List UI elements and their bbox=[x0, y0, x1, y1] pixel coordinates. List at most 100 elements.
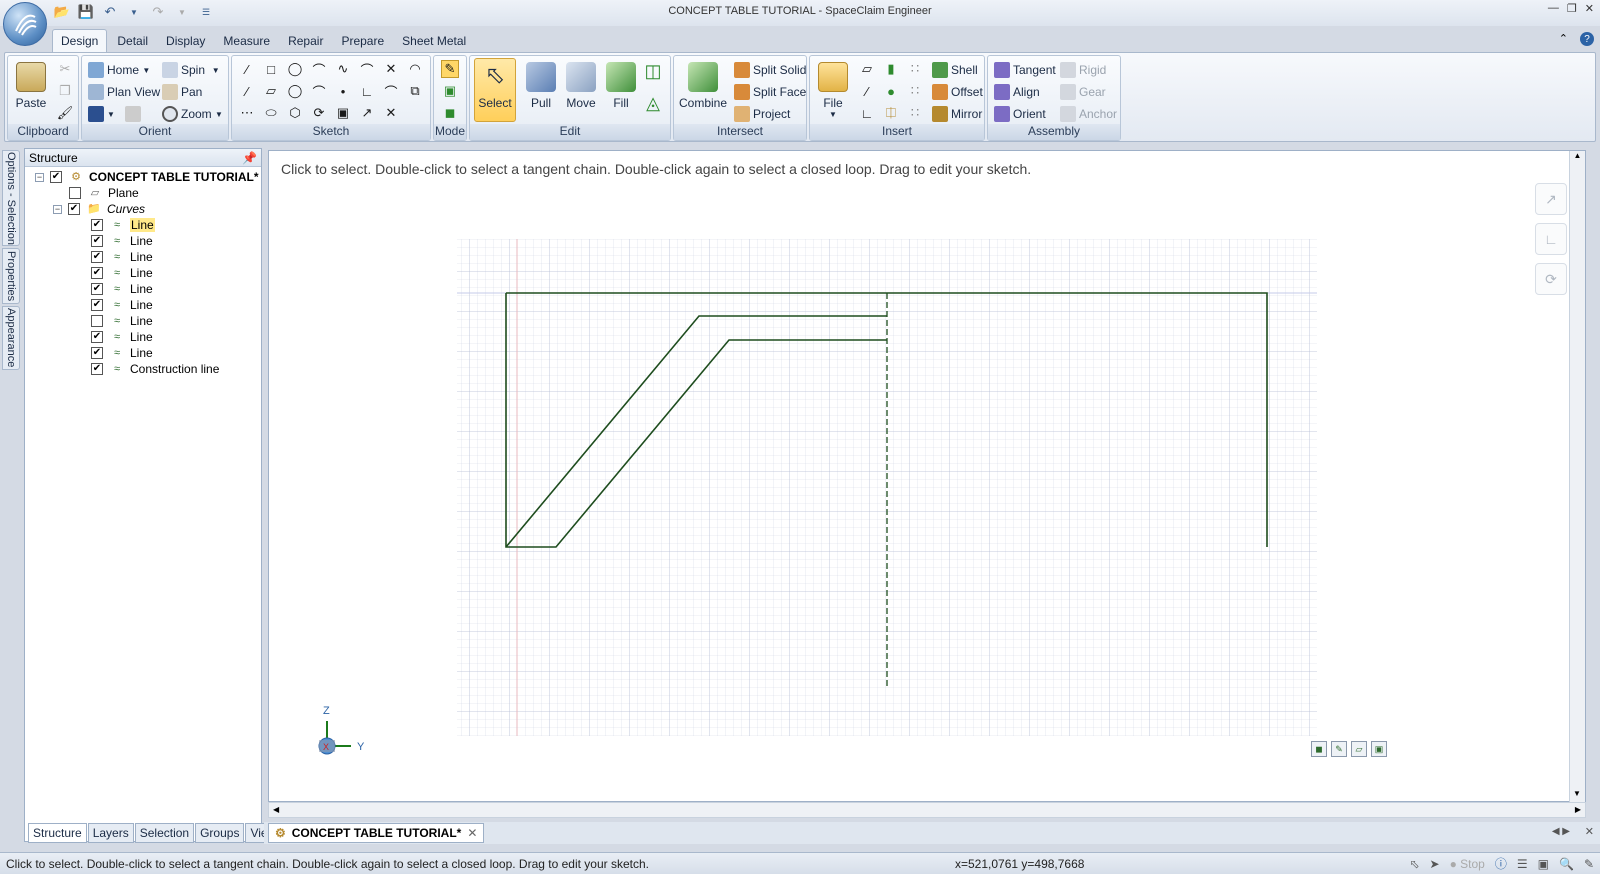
visibility-checkbox[interactable]: ✔ bbox=[91, 235, 103, 247]
tree-line-item[interactable]: ✔ ≈ Line bbox=[91, 249, 153, 265]
view-plane-icon[interactable]: ▱ bbox=[1351, 741, 1367, 757]
split-solid-button[interactable]: Split Solid bbox=[734, 60, 806, 80]
mirror-button[interactable]: Mirror bbox=[932, 104, 982, 124]
view-camera-icon[interactable]: ▣ bbox=[1371, 741, 1387, 757]
tab-measure[interactable]: Measure bbox=[215, 30, 278, 52]
vertical-scrollbar[interactable]: ▲ ▼ bbox=[1569, 151, 1585, 803]
arc-tool-icon[interactable]: ⌒ bbox=[310, 60, 328, 78]
dropdown-icon[interactable]: ▼ bbox=[124, 2, 144, 22]
close-all-icon[interactable]: ✕ bbox=[1585, 825, 1594, 838]
collapse-icon[interactable]: − bbox=[53, 204, 62, 214]
arc3pt-tool-icon[interactable]: ⌒ bbox=[310, 82, 328, 100]
circular-pattern-icon[interactable]: ∷ bbox=[906, 82, 924, 100]
visibility-checkbox[interactable]: ✔ bbox=[91, 363, 103, 375]
tab-design[interactable]: Design bbox=[52, 29, 108, 52]
project-button[interactable]: Project bbox=[734, 104, 790, 124]
visibility-checkbox[interactable]: ✔ bbox=[91, 219, 103, 231]
line-tool-icon[interactable]: ∕ bbox=[238, 60, 256, 78]
tab-layers[interactable]: Layers bbox=[87, 823, 134, 843]
project-curve-icon[interactable]: ↗ bbox=[358, 104, 376, 122]
visibility-checkbox[interactable]: ✔ bbox=[91, 331, 103, 343]
replace-icon[interactable]: ◬ bbox=[644, 93, 662, 113]
scroll-left-icon[interactable]: ◀ bbox=[273, 805, 279, 814]
rotate-tool-icon[interactable]: ⟳ bbox=[1535, 263, 1567, 295]
format-painter-icon[interactable]: 🖌 bbox=[56, 104, 74, 122]
section-mode-icon[interactable]: ▣ bbox=[441, 82, 459, 100]
visibility-checkbox[interactable]: ✔ bbox=[91, 251, 103, 263]
display-icon[interactable]: ▣ bbox=[1538, 857, 1549, 871]
sweep-arc-icon[interactable]: ◠ bbox=[406, 60, 424, 78]
document-tab[interactable]: ⚙ CONCEPT TABLE TUTORIAL* ✕ bbox=[268, 823, 485, 843]
minimize-icon[interactable]: — bbox=[1548, 2, 1559, 15]
visibility-checkbox[interactable]: ✔ bbox=[50, 171, 62, 183]
ellipse-tool-icon[interactable]: ⬭ bbox=[262, 104, 280, 122]
view-cube-button[interactable]: ▼ bbox=[88, 104, 144, 124]
visibility-checkbox[interactable]: ✔ bbox=[68, 203, 80, 215]
file-button[interactable]: File ▼ bbox=[812, 58, 854, 122]
select-button[interactable]: ⬁ Select bbox=[474, 58, 516, 122]
paste-button[interactable]: Paste bbox=[10, 58, 52, 122]
tangent-line-icon[interactable]: ∕ bbox=[238, 82, 256, 100]
tree-line-item[interactable]: ✔ ≈ Line bbox=[91, 281, 153, 297]
tab-groups[interactable]: Groups bbox=[195, 823, 245, 843]
zoom-status-icon[interactable]: 🔍 bbox=[1559, 857, 1574, 871]
scroll-down-icon[interactable]: ▼ bbox=[1570, 789, 1584, 803]
copy-icon[interactable]: ❐ bbox=[56, 82, 74, 100]
tree-line-item[interactable]: ≈ Line bbox=[91, 313, 153, 329]
selection-filter-icon[interactable]: ⬁ bbox=[1409, 857, 1419, 871]
tab-options-selection[interactable]: Options - Selection bbox=[2, 150, 20, 246]
rectangle-tool-icon[interactable]: □ bbox=[262, 60, 280, 78]
polygon-tool-icon[interactable]: ▱ bbox=[262, 82, 280, 100]
tree-line-item[interactable]: ✔ ≈ Line bbox=[91, 297, 153, 313]
pattern-icon[interactable]: ∷ bbox=[906, 60, 924, 78]
polygon2-tool-icon[interactable]: ⬡ bbox=[286, 104, 304, 122]
tab-repair[interactable]: Repair bbox=[280, 30, 331, 52]
anchor-button[interactable]: Anchor bbox=[1060, 104, 1117, 124]
tree-curves[interactable]: − ✔ 📁 Curves bbox=[53, 201, 145, 217]
gear-button[interactable]: Gear bbox=[1060, 82, 1106, 102]
grid-pattern-icon[interactable]: ∷ bbox=[906, 104, 924, 122]
shell-button[interactable]: Shell bbox=[932, 60, 978, 80]
trim-tool-icon[interactable]: ✕ bbox=[382, 60, 400, 78]
visibility-checkbox[interactable]: ✔ bbox=[91, 299, 103, 311]
close-icon[interactable]: ✕ bbox=[1585, 2, 1594, 15]
offset-curve-icon[interactable]: ⌒ bbox=[382, 82, 400, 100]
move-button[interactable]: Move bbox=[560, 58, 602, 122]
point-tool-icon[interactable]: • bbox=[334, 82, 352, 100]
tab-structure[interactable]: Structure bbox=[28, 823, 87, 843]
tab-prepare[interactable]: Prepare bbox=[333, 30, 392, 52]
visibility-checkbox[interactable]: ✔ bbox=[91, 347, 103, 359]
align-button[interactable]: Align bbox=[994, 82, 1040, 102]
sketch-plane-tool-icon[interactable]: ↗ bbox=[1535, 183, 1567, 215]
sphere-icon[interactable]: ● bbox=[882, 82, 900, 100]
circle-tool-icon[interactable]: ◯ bbox=[286, 60, 304, 78]
plane-insert-icon[interactable]: ▱ bbox=[858, 60, 876, 78]
sweep-arc2-icon[interactable]: ⟳ bbox=[310, 104, 328, 122]
visibility-checkbox[interactable] bbox=[69, 187, 81, 199]
stop-button[interactable]: ● Stop bbox=[1450, 857, 1485, 871]
help-icon[interactable]: ? bbox=[1580, 32, 1594, 46]
visibility-checkbox[interactable]: ✔ bbox=[91, 283, 103, 295]
close-tab-icon[interactable]: ✕ bbox=[467, 826, 477, 840]
visibility-checkbox[interactable] bbox=[91, 315, 103, 327]
spin-button[interactable]: Spin ▼ bbox=[162, 60, 220, 80]
bend-tool-icon[interactable]: ⌒ bbox=[358, 60, 376, 78]
axis-insert-icon[interactable]: ∕ bbox=[858, 82, 876, 100]
horizontal-scrollbar[interactable]: ◀ ▶ bbox=[268, 802, 1586, 818]
3d-mode-icon[interactable]: ◼ bbox=[441, 104, 459, 122]
view-sketch-icon[interactable]: ✎ bbox=[1331, 741, 1347, 757]
shell-insert-icon[interactable]: ⎅ bbox=[882, 104, 900, 122]
zoom-button[interactable]: Zoom ▼ bbox=[162, 104, 223, 124]
tree-plane[interactable]: ▱ Plane bbox=[69, 185, 139, 201]
circle3pt-tool-icon[interactable]: ◯ bbox=[286, 82, 304, 100]
info-icon[interactable]: ⓘ bbox=[1495, 855, 1507, 872]
origin-icon[interactable]: ∟ bbox=[858, 104, 876, 122]
collapse-icon[interactable]: − bbox=[35, 172, 44, 182]
dropdown-icon[interactable]: ▼ bbox=[172, 2, 192, 22]
collapse-ribbon-icon[interactable]: ⌃ bbox=[1559, 32, 1568, 46]
split-curve-icon[interactable]: ✕ bbox=[382, 104, 400, 122]
split-face-button[interactable]: Split Face bbox=[734, 82, 806, 102]
angle-tool-icon[interactable]: ∟ bbox=[1535, 223, 1567, 255]
tree-root[interactable]: − ✔ ⚙ CONCEPT TABLE TUTORIAL* bbox=[35, 169, 259, 185]
tab-nav-icon[interactable]: ◀ ▶ bbox=[1552, 826, 1570, 837]
